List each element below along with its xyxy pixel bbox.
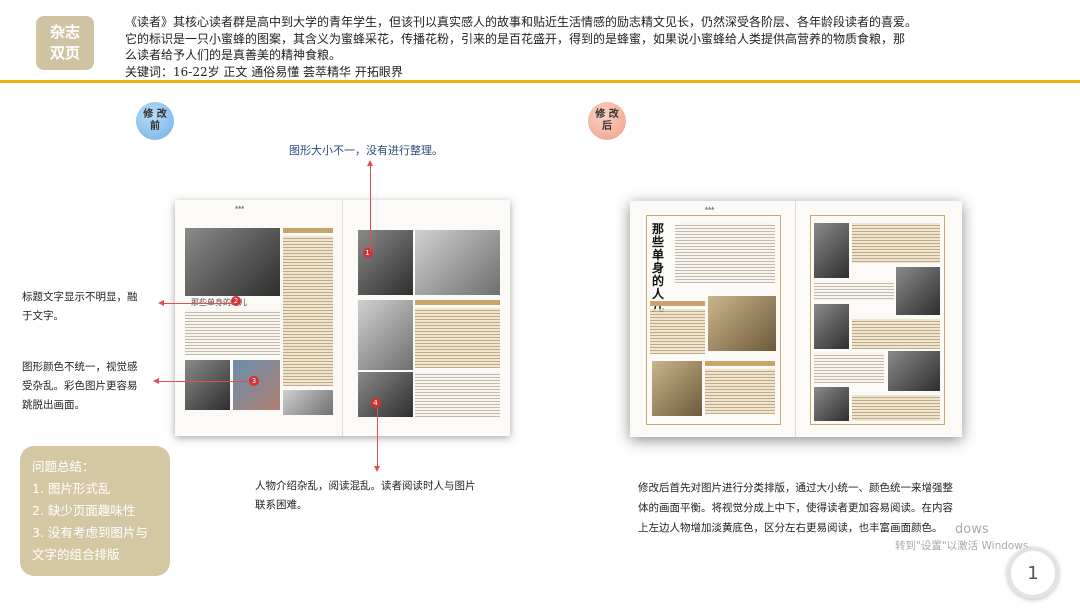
intro-text: 《读者》其核心读者群是高中到大学的青年学生，但该刊以真实感人的故事和贴近生活情感…: [125, 14, 1025, 80]
before-left-page: ▲▲▲ 那些单身的人儿 2 3: [175, 200, 343, 436]
beige-text-block-a: [650, 309, 705, 354]
right-text-2: [814, 281, 894, 301]
header-divider: [0, 80, 1080, 83]
photo-right-2: [896, 267, 940, 315]
section-bar-b: [705, 361, 775, 366]
summary-title: 问题总结：: [32, 459, 95, 474]
arrow-top-head: [367, 160, 373, 166]
note-color-inconsistency: 图形颜色不统一，视觉感 受杂乱。彩色图片更容易 跳脱出画面。: [22, 358, 162, 415]
keywords-line: 关键词：16-22岁 正文 通俗易懂 荟萃精华 开拓眼界: [125, 64, 403, 79]
note-after-line-2: 体的画面平衡。将视觉分成上中下，使得读者更加容易阅读。在内容: [638, 502, 953, 514]
right-text-1: [852, 223, 940, 263]
right-text-4: [814, 353, 884, 383]
activation-watermark: dows 转到"设置"以激活 Windows。: [895, 522, 1039, 554]
summary-item-3: 3. 没有考虑到图片与: [32, 525, 148, 540]
after-right-page: [796, 201, 962, 437]
beige-text-block-b: [705, 369, 775, 414]
arrow-title: [163, 303, 235, 304]
magazine-spread-tag: 杂志 双页: [36, 16, 94, 70]
note-bottom-line-1: 人物介绍杂乱，阅读混乱。读者阅读时人与图片: [255, 480, 476, 492]
after-badge-line-2: 后: [602, 121, 612, 132]
photo-hospital: [357, 300, 413, 370]
watermark-line-1: dows: [955, 522, 989, 537]
tag-line-2: 双页: [49, 44, 80, 62]
after-badge-line-1: 修 改: [595, 109, 619, 120]
right-text-5: [852, 395, 940, 421]
right-text-block: [414, 308, 500, 368]
note-bottom-line-2: 联系困难。: [255, 499, 308, 511]
intro-text-block: [675, 223, 775, 283]
note-layout-confusion: 人物介绍杂乱，阅读混乱。读者阅读时人与图片 联系困难。: [255, 477, 505, 515]
note-color-line-3: 跳脱出画面。: [22, 399, 85, 411]
photo-elder: [357, 372, 413, 417]
section-bar: [283, 228, 333, 233]
before-magazine-spread: ▲▲▲ 那些单身的人儿 2 3 1 4: [175, 200, 510, 436]
photo-right-5: [814, 387, 849, 421]
photo-bw: [185, 360, 230, 410]
arrow-bottom-head: [374, 466, 380, 472]
intro-line-2: 它的标识是一只小蜜蜂的图案，其含义为蜜蜂采花，传播花粉，引来的是百花盛开，得到的…: [125, 31, 906, 46]
note-color-line-2: 受杂乱。彩色图片更容易: [22, 380, 138, 392]
summary-item-2: 2. 缺少页面趣味性: [32, 503, 136, 518]
marker-3: 3: [249, 376, 259, 386]
summary-item-4: 文字的组合排版: [32, 547, 120, 562]
photo-right-4: [888, 351, 940, 391]
intro-line-3: 么读者给予人们的是真善美的精神食粮。: [125, 48, 342, 62]
photo-right-3: [814, 304, 849, 349]
marker-1: 1: [362, 248, 373, 258]
after-left-page: ▲▲▲ 那些单身的人儿: [630, 201, 796, 437]
photo-small: [283, 390, 333, 415]
arrow-color: [158, 381, 250, 382]
note-title-visibility: 标题文字显示不明显，融 于文字。: [22, 288, 162, 326]
note-color-line-1: 图形颜色不统一，视觉感: [22, 361, 138, 373]
tag-line-1: 杂志: [49, 23, 80, 41]
before-badge-line-2: 前: [150, 121, 160, 132]
summary-item-1: 1. 图片形式乱: [32, 481, 111, 496]
note-after-line-1: 修改后首先对图片进行分类排版，通过大小统一、颜色统一来增强整: [638, 482, 953, 494]
body-text-block: [185, 310, 280, 355]
page-header-mark: ▲▲▲: [235, 204, 245, 209]
arrow-top: [370, 164, 371, 252]
after-magazine-spread: ▲▲▲ 那些单身的人儿: [630, 201, 962, 437]
photo-group: [414, 230, 500, 295]
before-badge: 修 改 前: [136, 102, 174, 140]
arrow-bottom: [377, 408, 378, 468]
before-right-page: 1 4: [342, 200, 510, 436]
section-bar-a: [650, 301, 705, 306]
before-badge-line-1: 修 改: [143, 109, 167, 120]
photo-older-woman: [652, 361, 702, 416]
note-image-size: 图形大小不一，没有进行整理。: [289, 144, 443, 157]
note-title-line-2: 于文字。: [22, 310, 64, 322]
right-text-block-2: [414, 372, 500, 417]
portrait-photo: [185, 228, 280, 296]
page-header-mark-after: ▲▲▲: [705, 205, 715, 210]
photo-actress: [708, 296, 776, 351]
problem-summary-box: 问题总结： 1. 图片形式乱 2. 缺少页面趣味性 3. 没有考虑到图片与 文字…: [20, 446, 170, 576]
sidebar-text-block: [283, 236, 333, 386]
intro-line-1: 《读者》其核心读者群是高中到大学的青年学生，但该刊以真实感人的故事和贴近生活情感…: [125, 15, 918, 29]
note-title-line-1: 标题文字显示不明显，融: [22, 291, 138, 303]
photo-seated-man: [357, 230, 413, 295]
section-bar-right: [414, 300, 500, 305]
after-badge: 修 改 后: [588, 102, 626, 140]
marker-4: 4: [370, 398, 381, 408]
marker-2: 2: [231, 296, 241, 306]
right-text-3: [852, 319, 940, 349]
page-number: 1: [1007, 547, 1059, 599]
photo-right-1: [814, 223, 849, 278]
